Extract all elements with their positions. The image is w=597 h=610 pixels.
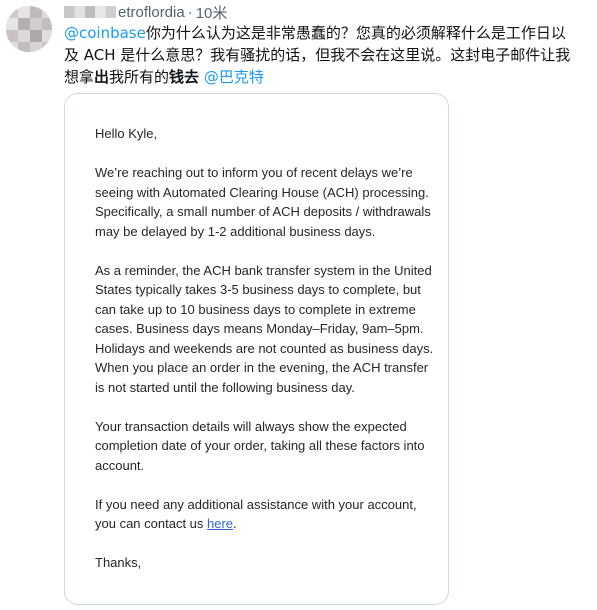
- email-closing: Thanks,: [95, 555, 142, 570]
- email-para4-text: If you need any additional assistance wi…: [95, 496, 417, 532]
- user-handle[interactable]: etroflordia: [118, 4, 185, 21]
- mention-coinbase[interactable]: @coinbase: [64, 24, 146, 42]
- contact-link[interactable]: here: [207, 516, 233, 531]
- email-greeting: Hello Kyle,: [95, 126, 158, 141]
- tweet-body-2: 我所有的: [109, 68, 170, 86]
- tweet-text: @coinbase你为什么认为这是非常愚蠢的？您真的必须解释什么是工作日以及 A…: [64, 22, 579, 88]
- tweet-header: etroflordia · 10米: [64, 2, 227, 22]
- tweet: etroflordia · 10米 @coinbase你为什么认为这是非常愚蠢的…: [0, 0, 597, 610]
- email-paragraph-4: If you need any additional assistance wi…: [95, 495, 435, 534]
- separator: ·: [187, 3, 193, 21]
- tweet-bold-2: 钱去: [169, 68, 200, 86]
- display-name-blurred[interactable]: [64, 6, 116, 18]
- email-screenshot-image[interactable]: Hello Kyle, We’re reaching out to inform…: [64, 93, 449, 605]
- email-paragraph-2: As a reminder, the ACH bank transfer sys…: [95, 262, 434, 395]
- avatar[interactable]: [6, 6, 52, 52]
- email-content: Hello Kyle, We’re reaching out to inform…: [95, 124, 435, 592]
- tweet-bold-1: 出: [94, 68, 110, 86]
- email-paragraph-3: Your transaction details will always sho…: [95, 418, 425, 473]
- email-paragraph-1: We’re reaching out to inform you of rece…: [95, 165, 431, 239]
- email-para4-end: .: [233, 516, 237, 531]
- mention-end[interactable]: @巴克特: [204, 68, 264, 86]
- timestamp[interactable]: 10米: [196, 2, 228, 23]
